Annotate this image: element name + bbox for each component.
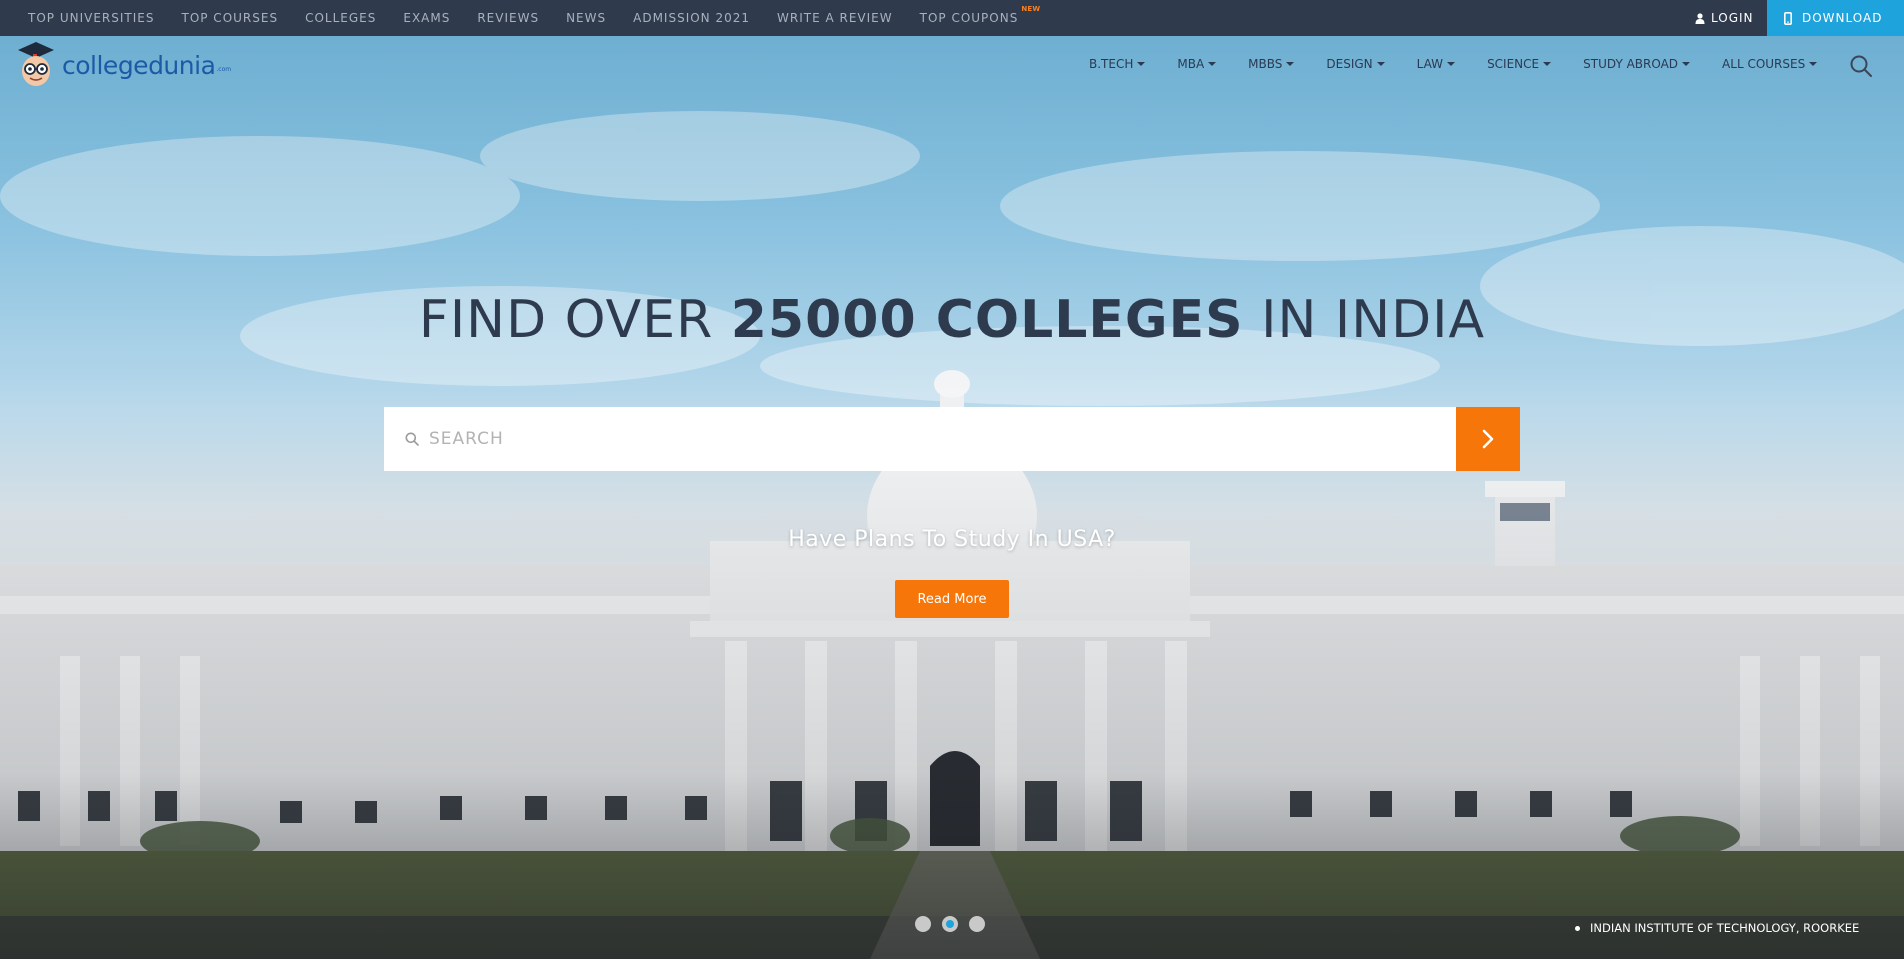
topbar-link-top-universities[interactable]: TOP UNIVERSITIES bbox=[28, 11, 154, 25]
headline-bold: 25000 COLLEGES bbox=[730, 290, 1244, 350]
nav-item-study-abroad[interactable]: STUDY ABROAD bbox=[1583, 57, 1691, 71]
topbar-link-top-coupons[interactable]: TOP COUPONS NEW bbox=[919, 5, 1041, 25]
top-utility-bar: TOP UNIVERSITIES TOP COURSES COLLEGES EX… bbox=[0, 0, 1904, 36]
read-more-button[interactable]: Read More bbox=[895, 580, 1009, 618]
hero-search-input[interactable] bbox=[429, 407, 1456, 471]
nav-item-label: MBA bbox=[1177, 57, 1205, 71]
mascot-icon bbox=[18, 42, 54, 86]
topbar-link-write-a-review[interactable]: WRITE A REVIEW bbox=[777, 11, 893, 25]
hero-banner bbox=[0, 36, 1904, 959]
nav-item-label: SCIENCE bbox=[1487, 57, 1540, 71]
caret-down-icon bbox=[1137, 62, 1146, 66]
login-label: LOGIN bbox=[1711, 11, 1754, 25]
nav-item-law[interactable]: LAW bbox=[1416, 57, 1456, 71]
nav-item-label: DESIGN bbox=[1326, 57, 1373, 71]
chevron-right-icon bbox=[1482, 429, 1494, 449]
search-submit-button[interactable] bbox=[1456, 407, 1520, 471]
main-nav: B.TECH MBA MBBS DESIGN LAW SCIENCE STUDY… bbox=[1089, 57, 1849, 71]
login-link[interactable]: LOGIN bbox=[1695, 0, 1754, 36]
slide-caption: INDIAN INSTITUTE OF TECHNOLOGY, ROORKEE bbox=[1575, 921, 1859, 935]
topbar-link-news[interactable]: NEWS bbox=[566, 11, 606, 25]
topbar-link-exams[interactable]: EXAMS bbox=[403, 11, 450, 25]
brand-name: collegedunia bbox=[62, 50, 216, 80]
carousel-dot-2[interactable] bbox=[942, 916, 958, 932]
headline-part-1: FIND OVER bbox=[418, 290, 731, 350]
nav-item-mba[interactable]: MBA bbox=[1177, 57, 1217, 71]
headline-part-2: IN INDIA bbox=[1243, 290, 1486, 350]
carousel-dot-1[interactable] bbox=[915, 916, 931, 932]
carousel-dot-3[interactable] bbox=[969, 916, 985, 932]
hero-shade-overlay bbox=[0, 36, 1904, 959]
nav-item-design[interactable]: DESIGN bbox=[1326, 57, 1385, 71]
nav-item-label: B.TECH bbox=[1089, 57, 1134, 71]
promo-text: Have Plans To Study In USA? bbox=[788, 527, 1116, 552]
nav-item-science[interactable]: SCIENCE bbox=[1487, 57, 1552, 71]
mobile-icon bbox=[1784, 11, 1792, 25]
topbar-link-reviews[interactable]: REVIEWS bbox=[477, 11, 539, 25]
hero-headline: FIND OVER 25000 COLLEGES IN INDIA bbox=[0, 290, 1904, 350]
new-badge: NEW bbox=[1021, 5, 1041, 13]
nav-item-label: LAW bbox=[1416, 57, 1444, 71]
caption-text: INDIAN INSTITUTE OF TECHNOLOGY, ROORKEE bbox=[1590, 921, 1860, 935]
nav-item-label: ALL COURSES bbox=[1722, 57, 1806, 71]
topbar-link-colleges[interactable]: COLLEGES bbox=[305, 11, 376, 25]
topbar-link-admission-2021[interactable]: ADMISSION 2021 bbox=[633, 11, 750, 25]
hero-search-bar bbox=[384, 407, 1520, 471]
brand-suffix: .com bbox=[216, 65, 232, 73]
caret-down-icon bbox=[1286, 62, 1295, 66]
download-label: DOWNLOAD bbox=[1802, 11, 1883, 25]
top-utility-links: TOP UNIVERSITIES TOP COURSES COLLEGES EX… bbox=[28, 0, 1045, 36]
nav-item-label: STUDY ABROAD bbox=[1583, 57, 1679, 71]
topbar-link-top-courses[interactable]: TOP COURSES bbox=[181, 11, 278, 25]
caption-bullet bbox=[1575, 925, 1580, 931]
search-icon bbox=[405, 432, 419, 446]
header-search-button[interactable] bbox=[1849, 54, 1873, 82]
site-logo[interactable]: collegedunia .com bbox=[14, 40, 231, 90]
topbar-link-top-coupons-label: TOP COUPONS bbox=[919, 11, 1019, 25]
nav-item-btech[interactable]: B.TECH bbox=[1089, 57, 1146, 71]
caret-down-icon bbox=[1376, 62, 1385, 66]
search-icon bbox=[1850, 55, 1872, 77]
caret-down-icon bbox=[1682, 62, 1691, 66]
caret-down-icon bbox=[1809, 62, 1818, 66]
nav-item-all-courses[interactable]: ALL COURSES bbox=[1722, 57, 1818, 71]
download-button[interactable]: DOWNLOAD bbox=[1767, 0, 1904, 36]
user-icon bbox=[1695, 12, 1705, 24]
caret-down-icon bbox=[1447, 62, 1456, 66]
carousel-dots bbox=[915, 916, 996, 932]
nav-item-label: MBBS bbox=[1248, 57, 1283, 71]
caret-down-icon bbox=[1543, 62, 1552, 66]
nav-item-mbbs[interactable]: MBBS bbox=[1248, 57, 1295, 71]
caret-down-icon bbox=[1208, 62, 1217, 66]
